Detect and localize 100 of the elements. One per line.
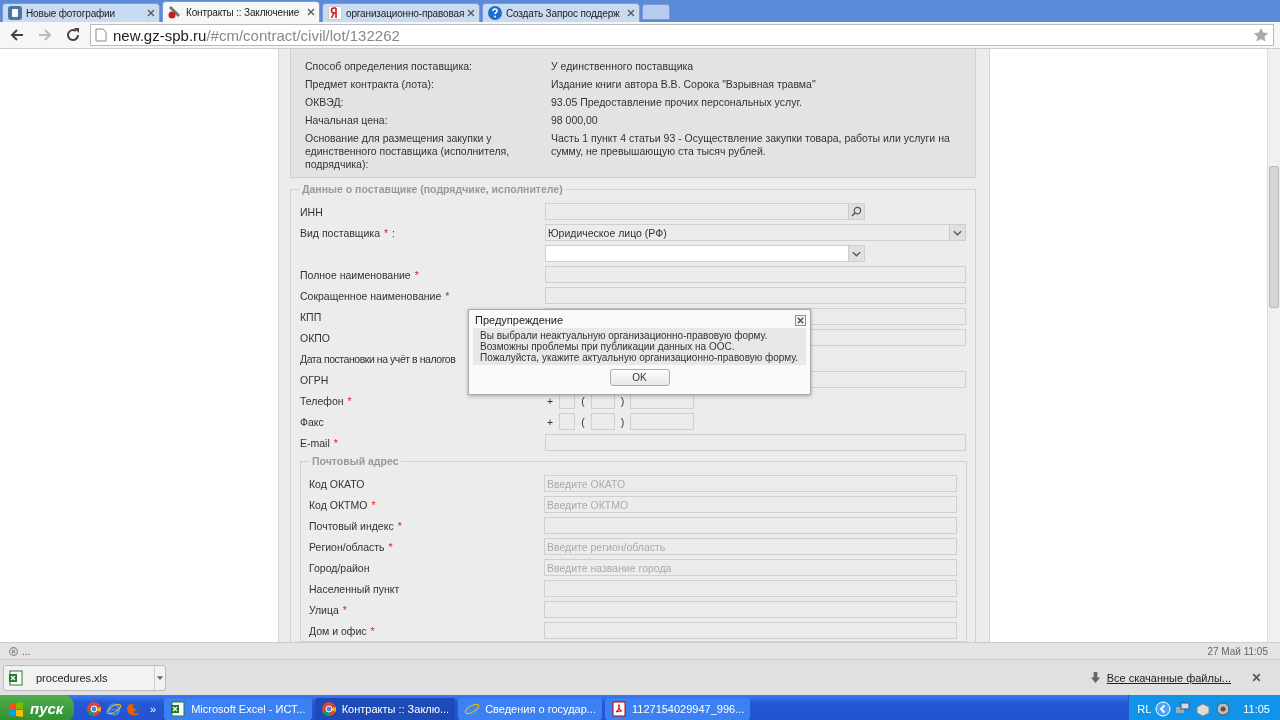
- browser-icon: [320, 700, 337, 717]
- field-label: ИНН: [300, 205, 323, 218]
- caret-icon[interactable]: [852, 250, 861, 257]
- taskbar-button[interactable]: 1127154029947_996...: [605, 697, 751, 720]
- field-label: ОГРН: [300, 373, 329, 386]
- firefox-icon: [126, 700, 142, 717]
- phone-number-field[interactable]: [630, 413, 695, 430]
- plus-sign: +: [547, 394, 554, 407]
- chevron-icon[interactable]: [1155, 700, 1172, 717]
- open-paren: (: [581, 415, 585, 428]
- yandex-icon: [327, 5, 343, 21]
- text-field[interactable]: Введите ОКАТО: [544, 475, 957, 492]
- close-icon[interactable]: [795, 314, 806, 326]
- field-label: Сокращенное наименование: [300, 289, 442, 302]
- browser-tab[interactable]: Контракты :: Заключение: [162, 1, 320, 22]
- field-label: ОКПО: [300, 331, 330, 344]
- spreadsheet-icon: [170, 700, 187, 717]
- caret-icon[interactable]: [157, 675, 163, 680]
- caret-icon[interactable]: [953, 229, 962, 236]
- ok-button[interactable]: OK: [609, 369, 670, 386]
- text-field[interactable]: [544, 517, 957, 534]
- address-field[interactable]: new.gz-spb.ru/#cm/contract/civil/lot/132262: [90, 24, 1274, 46]
- required-mark: *: [370, 624, 375, 637]
- dropdown-field[interactable]: [545, 245, 865, 262]
- browser-tab[interactable]: Создать Запрос поддерж: [482, 3, 640, 22]
- text-field[interactable]: Введите регион/область: [544, 538, 957, 555]
- taskbar-button[interactable]: Контракты :: Заклю...: [314, 697, 456, 720]
- text-field[interactable]: Введите ОКТМО: [544, 496, 957, 513]
- country-code-field[interactable]: [559, 413, 576, 430]
- required-mark: *: [397, 519, 402, 532]
- all-downloads-link[interactable]: Все скачанные файлы...: [1106, 671, 1231, 684]
- more-chevron[interactable]: »: [150, 702, 157, 715]
- close-icon[interactable]: [1251, 672, 1262, 683]
- fieldset-legend: Почтовый адрес: [309, 455, 402, 467]
- download-icon: [1089, 671, 1101, 684]
- required-mark: *: [414, 268, 419, 281]
- windows-logo-icon: [8, 700, 24, 717]
- field-value: У единственного поставщика: [551, 60, 695, 73]
- field-label: Предмет контракта (лота):: [305, 78, 435, 91]
- field-label: Город/район: [309, 561, 370, 574]
- field-label: Регион/область: [309, 540, 385, 553]
- area-code-field[interactable]: [590, 413, 615, 430]
- field-label: Населенный пункт: [309, 582, 400, 595]
- dialog-message: Вы выбрали неактуальную организационно-правовую форму.: [480, 330, 769, 341]
- field-label: Дата постановки на учёт в налогов: [300, 352, 456, 365]
- taskbar-button[interactable]: Сведения о государ...: [458, 697, 602, 720]
- clock: 11:05: [1243, 702, 1270, 715]
- field-label: Способ определения поставщика:: [305, 60, 474, 73]
- pdf-icon: [611, 700, 627, 717]
- search-field[interactable]: [545, 203, 865, 220]
- required-mark: *: [333, 436, 338, 449]
- text-field[interactable]: [544, 580, 957, 597]
- search-icon[interactable]: [851, 206, 862, 217]
- close-icon[interactable]: [147, 9, 155, 17]
- ie-icon: [106, 700, 122, 717]
- field-label: E-mail: [300, 436, 330, 449]
- vk-icon: [7, 5, 23, 21]
- plus-sign: +: [547, 415, 554, 428]
- required-mark: *: [388, 540, 393, 553]
- field-value: 98 000,00: [551, 114, 599, 127]
- browser-icon: [86, 700, 102, 717]
- field-value: Часть 1 пункт 4 статьи 93 - Осуществление закупки товара, работы или услуги на сумму, не превышающую ста тысяч рублей.: [551, 132, 951, 159]
- required-mark: *: [342, 603, 347, 616]
- text-field[interactable]: [545, 434, 966, 451]
- help-icon: [487, 5, 503, 21]
- text-field[interactable]: [544, 601, 957, 618]
- field-label: Дом и офис: [309, 624, 367, 637]
- close-paren: ): [620, 415, 625, 428]
- field-label: Телефон: [300, 394, 344, 407]
- text-field[interactable]: Введите название города: [544, 559, 957, 576]
- dialog-title: Предупреждение: [475, 314, 564, 326]
- dropdown-field[interactable]: Юридическое лицо (РФ): [545, 224, 966, 241]
- taskbar-button[interactable]: Microsoft Excel - ИСТ...: [164, 697, 312, 720]
- dialog-message: Возможны проблемы при публикации данных на ООС.: [480, 341, 736, 352]
- field-label: Вид поставщика: [300, 226, 380, 239]
- tools-icon: [167, 4, 183, 20]
- close-icon[interactable]: [627, 9, 635, 17]
- new-tab-button[interactable]: [642, 4, 670, 20]
- required-mark: *: [445, 289, 450, 302]
- text-field[interactable]: [545, 266, 966, 283]
- page-icon: [95, 28, 107, 42]
- close-icon[interactable]: [307, 8, 315, 16]
- open-paren: (: [581, 394, 585, 407]
- field-label: КПП: [300, 310, 322, 323]
- text-field[interactable]: [545, 287, 966, 304]
- browser-tab[interactable]: организационно-правовая: [322, 3, 480, 22]
- browser-tab[interactable]: Новые фотографии: [2, 3, 160, 22]
- field-value: 93.05 Предоставление прочих персональных услуг.: [551, 96, 803, 109]
- speaker-icon[interactable]: [1215, 700, 1232, 717]
- close-icon[interactable]: [467, 9, 476, 17]
- scrollbar[interactable]: [1267, 49, 1280, 642]
- text-field[interactable]: [544, 622, 957, 639]
- download-item[interactable]: procedures.xls: [3, 664, 166, 691]
- bookmark-star-icon[interactable]: [1253, 27, 1269, 43]
- spreadsheet-icon: [8, 669, 24, 686]
- field-label: Код ОКТМО: [309, 498, 368, 511]
- status-text: ...: [22, 645, 31, 657]
- label-colon: :: [392, 226, 395, 239]
- ie-icon: [464, 700, 481, 717]
- field-label: Улица: [309, 603, 339, 616]
